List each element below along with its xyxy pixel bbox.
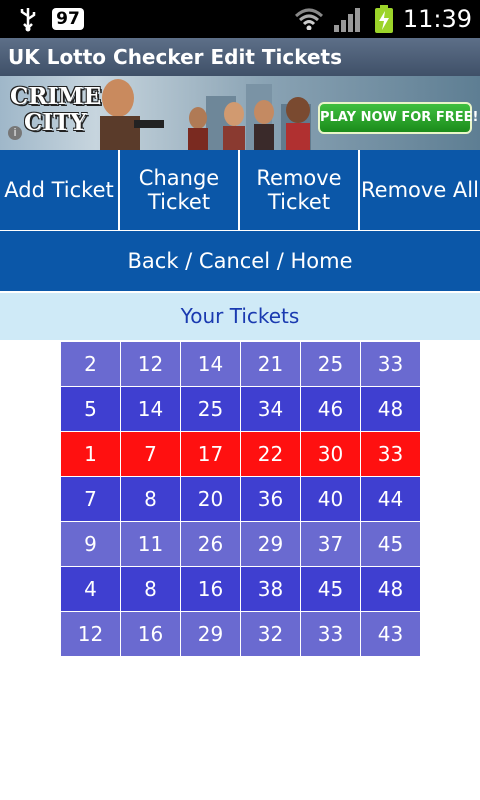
- ticket-number: 33: [361, 342, 420, 386]
- ad-play-button[interactable]: PLAY NOW FOR FREE!: [318, 102, 478, 134]
- add-ticket-button[interactable]: Add Ticket: [0, 150, 118, 230]
- ticket-row[interactable]: 12 16 29 32 33 43: [61, 612, 421, 657]
- tickets-header: Your Tickets: [0, 293, 480, 340]
- ticket-number: 1: [61, 432, 120, 476]
- ticket-number: 12: [61, 612, 120, 656]
- add-ticket-label: Add Ticket: [4, 178, 114, 202]
- ad-artwork: [100, 79, 311, 150]
- ticket-number: 4: [61, 567, 120, 611]
- ticket-number: 8: [121, 477, 180, 521]
- ticket-number: 36: [241, 477, 300, 521]
- ticket-number: 20: [181, 477, 240, 521]
- change-ticket-button[interactable]: Change Ticket: [120, 150, 238, 230]
- ticket-number: 48: [361, 567, 420, 611]
- status-bar: 97 11:39: [0, 0, 480, 38]
- usb-icon: [20, 8, 36, 32]
- ticket-number: 30: [301, 432, 360, 476]
- ticket-number: 14: [181, 342, 240, 386]
- ticket-number: 48: [361, 387, 420, 431]
- ticket-row[interactable]: 4 8 16 38 45 48: [61, 567, 421, 612]
- ad-info-icon[interactable]: i: [8, 126, 22, 140]
- ticket-number: 46: [301, 387, 360, 431]
- ticket-row[interactable]: 5 14 25 34 46 48: [61, 387, 421, 432]
- signal-icon: [334, 8, 360, 32]
- ticket-number: 12: [121, 342, 180, 386]
- ticket-number: 37: [301, 522, 360, 566]
- ticket-number: 8: [121, 567, 180, 611]
- change-ticket-label-1: Change: [138, 166, 220, 190]
- ticket-number: 16: [181, 567, 240, 611]
- ticket-number: 29: [181, 612, 240, 656]
- tickets-grid: 2 12 14 21 25 33 5 14 25 34 46 48 1 7 17…: [61, 342, 421, 657]
- change-ticket-label-2: Ticket: [147, 190, 211, 214]
- ticket-number: 43: [361, 612, 420, 656]
- battery-charging-icon: [375, 5, 393, 33]
- wifi-icon: [294, 8, 324, 30]
- ticket-number: 22: [241, 432, 300, 476]
- notification-badge: 97: [52, 8, 84, 30]
- ticket-number: 25: [301, 342, 360, 386]
- ticket-number: 7: [61, 477, 120, 521]
- page-title: UK Lotto Checker Edit Tickets: [8, 45, 343, 69]
- back-cancel-home-button[interactable]: Back / Cancel / Home: [0, 231, 480, 291]
- ticket-number: 2: [61, 342, 120, 386]
- remove-ticket-label-1: Remove: [256, 166, 342, 190]
- ticket-number: 33: [361, 432, 420, 476]
- ticket-number: 7: [121, 432, 180, 476]
- ticket-number: 9: [61, 522, 120, 566]
- title-bar: UK Lotto Checker Edit Tickets: [0, 38, 480, 76]
- ticket-number: 11: [121, 522, 180, 566]
- ticket-number: 25: [181, 387, 240, 431]
- ticket-number: 38: [241, 567, 300, 611]
- ticket-number: 44: [361, 477, 420, 521]
- ticket-number: 45: [301, 567, 360, 611]
- ad-logo-line-1: CRIME: [10, 83, 102, 110]
- ticket-row[interactable]: 2 12 14 21 25 33: [61, 342, 421, 387]
- remove-ticket-label-2: Ticket: [267, 190, 331, 214]
- ticket-number: 26: [181, 522, 240, 566]
- ticket-row[interactable]: 7 8 20 36 40 44: [61, 477, 421, 522]
- ticket-number: 29: [241, 522, 300, 566]
- ticket-number: 17: [181, 432, 240, 476]
- ticket-number: 5: [61, 387, 120, 431]
- ticket-number: 40: [301, 477, 360, 521]
- ticket-number: 32: [241, 612, 300, 656]
- ticket-number: 14: [121, 387, 180, 431]
- ad-banner[interactable]: CRIME CITY i PLAY NOW FOR FREE!: [0, 76, 480, 150]
- clock: 11:39: [402, 5, 472, 33]
- ticket-number: 45: [361, 522, 420, 566]
- remove-all-button[interactable]: Remove All: [360, 150, 480, 230]
- ticket-number: 16: [121, 612, 180, 656]
- ticket-row[interactable]: 9 11 26 29 37 45: [61, 522, 421, 567]
- remove-ticket-button[interactable]: Remove Ticket: [240, 150, 358, 230]
- remove-all-label: Remove All: [361, 178, 479, 202]
- ticket-number: 21: [241, 342, 300, 386]
- ticket-number: 33: [301, 612, 360, 656]
- ticket-number: 34: [241, 387, 300, 431]
- action-button-row: Add Ticket Change Ticket Remove Ticket R…: [0, 150, 480, 230]
- ticket-row-selected[interactable]: 1 7 17 22 30 33: [61, 432, 421, 477]
